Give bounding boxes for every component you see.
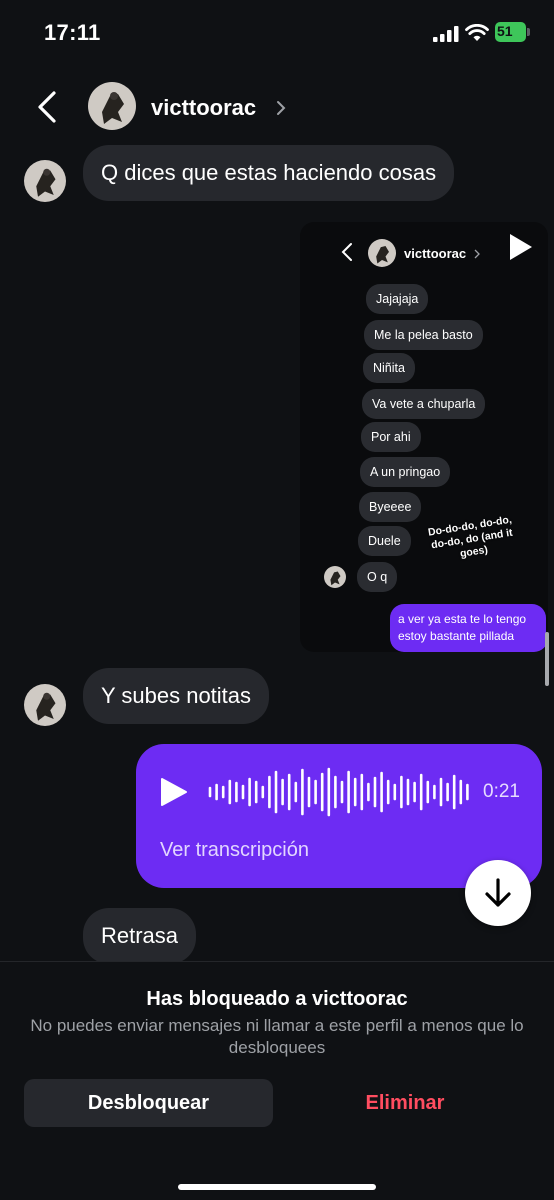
chat-header: victtoorac bbox=[0, 70, 554, 148]
screenshot-bubble: O q bbox=[357, 562, 398, 592]
avatar bbox=[368, 239, 396, 267]
home-indicator bbox=[178, 1184, 376, 1190]
incoming-message[interactable]: Retrasa bbox=[83, 908, 197, 964]
arrow-down-icon bbox=[485, 878, 511, 907]
screenshot-username: victtoorac bbox=[404, 246, 467, 261]
avatar bbox=[324, 566, 346, 588]
screenshot-bubble: Me la pelea basto bbox=[364, 320, 483, 350]
screenshot-outgoing-bubble: a ver ya esta te lo tengo estoy bastante… bbox=[390, 604, 546, 652]
screenshot-bubble: Por ahi bbox=[361, 422, 421, 452]
play-icon[interactable] bbox=[158, 776, 188, 808]
scrollbar[interactable] bbox=[545, 632, 549, 686]
delete-button[interactable]: Eliminar bbox=[280, 1079, 530, 1127]
battery-cap bbox=[527, 28, 530, 36]
back-icon bbox=[341, 243, 352, 261]
blocked-panel: Has bloqueado a victtoorac No puedes env… bbox=[0, 961, 554, 1200]
screenshot-bubble: Va vete a chuparla bbox=[362, 389, 486, 419]
blocked-description: No puedes enviar mensajes ni llamar a es… bbox=[30, 1016, 524, 1057]
scroll-down-button[interactable] bbox=[465, 860, 531, 926]
screenshot-bubble: Duele bbox=[358, 526, 411, 556]
status-bar: 17:11 51 bbox=[0, 0, 554, 70]
battery-level: 51 bbox=[497, 23, 513, 39]
blocked-title: Has bloqueado a victtoorac bbox=[146, 988, 408, 1010]
voice-duration: 0:21 bbox=[483, 781, 520, 802]
chevron-right-icon[interactable] bbox=[276, 100, 286, 116]
chevron-right-icon bbox=[474, 249, 480, 259]
incoming-message[interactable]: Q dices que estas haciendo cosas bbox=[83, 145, 455, 201]
avatar[interactable] bbox=[24, 160, 66, 202]
header-username[interactable]: victtoorac bbox=[151, 95, 256, 121]
battery-icon: 51 bbox=[495, 22, 531, 42]
wifi-icon bbox=[465, 24, 489, 41]
avatar[interactable] bbox=[88, 82, 136, 130]
unblock-button[interactable]: Desbloquear bbox=[24, 1079, 273, 1127]
screenshot-sticker-text: Do-do-do, do-do, do-do, do (and it goes) bbox=[427, 513, 514, 560]
shared-screenshot[interactable]: victtoorac Jajajaja Me la pelea basto Ni… bbox=[300, 222, 548, 652]
view-transcript-link[interactable]: Ver transcripción bbox=[160, 839, 309, 862]
screenshot-bubble: Niñita bbox=[363, 353, 415, 383]
screenshot-bubble: A un pringao bbox=[360, 457, 451, 487]
signal-icon bbox=[433, 26, 459, 42]
screenshot-bubble: Byeeee bbox=[359, 492, 422, 522]
back-icon[interactable] bbox=[34, 90, 60, 124]
incoming-message[interactable]: Y subes notitas bbox=[83, 668, 270, 724]
avatar[interactable] bbox=[24, 684, 66, 726]
status-time: 17:11 bbox=[44, 20, 101, 45]
play-icon bbox=[510, 234, 532, 260]
screenshot-bubble: Jajajaja bbox=[366, 284, 429, 314]
